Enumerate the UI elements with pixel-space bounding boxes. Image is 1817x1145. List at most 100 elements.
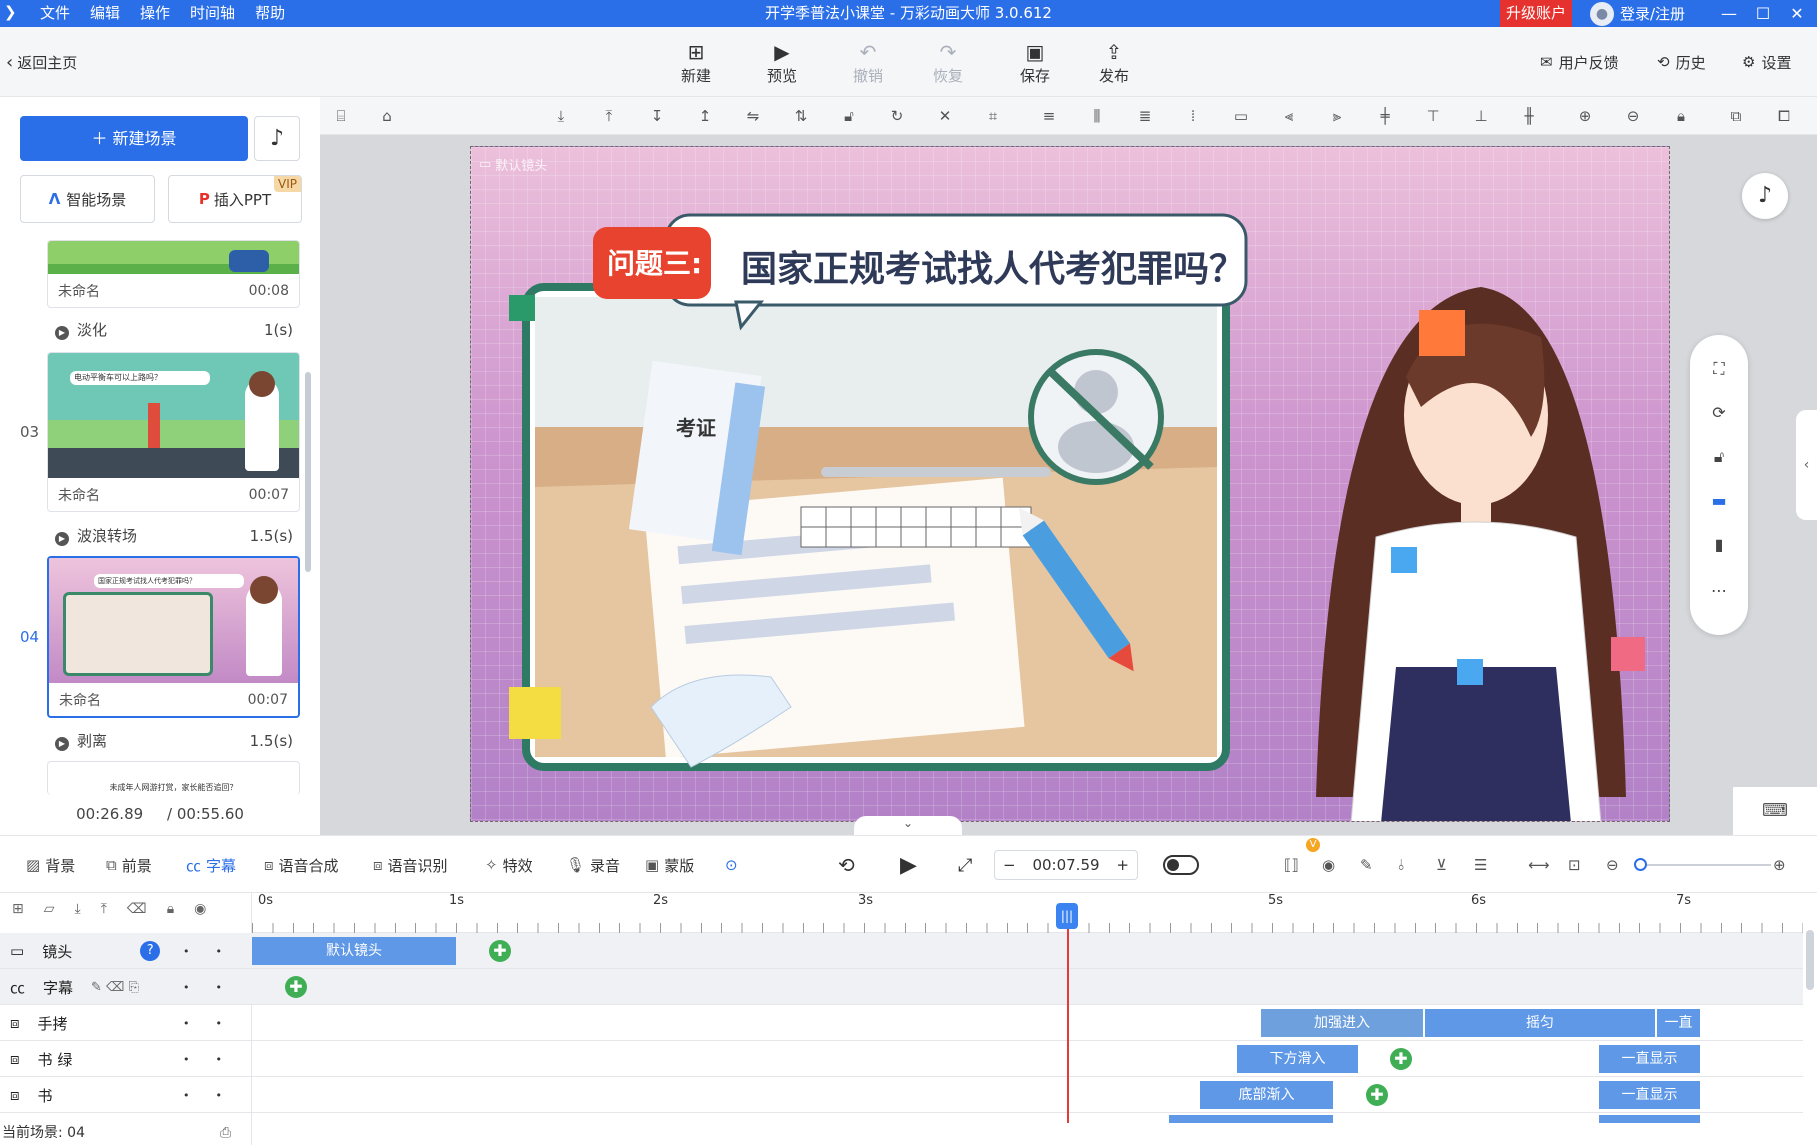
new-button[interactable]: ⊞ 新建 [664, 39, 728, 86]
timeline-scrollbar[interactable] [1806, 930, 1814, 990]
menu-timeline[interactable]: 时间轴 [180, 0, 245, 27]
minimize-button[interactable]: — [1712, 0, 1746, 27]
transition-item[interactable]: ▶ 淡化 1(s) [55, 319, 293, 340]
tool-record[interactable]: 🎙︎ 录音 [566, 836, 620, 894]
align-right-icon[interactable]: ⫸ [1326, 105, 1348, 127]
notes-icon[interactable]: ⎙ [220, 1122, 231, 1145]
undo-button[interactable]: ↶ 撤销 [836, 39, 900, 86]
track-row-book[interactable]: ⧈ 书 • • 底部渐入 ✚ 一直显示 [0, 1077, 1803, 1113]
scene-canvas[interactable]: ▭ 默认镜头 问题三: 国家正规考试找人代考犯罪吗？ 考证 [470, 146, 1670, 822]
minus-button[interactable]: − [1003, 856, 1016, 874]
track-row-handcuff[interactable]: ⧈ 手拷 • • 加强进入 摇匀 一直 [0, 1005, 1803, 1041]
landscape-screen-icon[interactable]: ▬ [1707, 489, 1731, 513]
settings-button[interactable]: ⚙ 设置 [1742, 27, 1791, 97]
timeline-clip[interactable]: 一直显示 [1599, 1081, 1700, 1109]
move-down-icon[interactable]: ↧ [646, 105, 668, 127]
align-bottom-icon[interactable]: ⊥ [1470, 105, 1492, 127]
save-button[interactable]: ▣ 保存 [1003, 39, 1067, 86]
playhead-handle[interactable]: ||| [1056, 903, 1078, 929]
zoom-slider-track[interactable] [1641, 864, 1771, 866]
fit-timeline-button[interactable]: ⟦⟧ [1284, 836, 1299, 894]
delete-icon[interactable]: ⌫ [127, 901, 147, 917]
timeline-clip[interactable]: 摇匀 [1425, 1009, 1655, 1037]
time-ruler[interactable]: 0s 1s 2s 3s 5s 6s 7s [252, 893, 1803, 933]
track-row-book-green[interactable]: ⧈ 书 绿 • • 下方滑入 ✚ 一直显示 [0, 1041, 1803, 1077]
insert-ppt-button[interactable]: P 插入PPT VIP [168, 175, 302, 223]
collapse-canvas-button[interactable]: ⌄ [854, 816, 962, 835]
paste-icon[interactable]: ⧠ [1773, 105, 1795, 127]
ratio-button[interactable]: ⊡ [1568, 836, 1581, 894]
move-top-icon[interactable]: ⤒ [598, 105, 620, 127]
crop-icon[interactable]: ⌗ [982, 105, 1004, 127]
more-tools-button[interactable]: ⊙ [725, 836, 738, 894]
zoom-in-icon[interactable]: ⊕ [1574, 105, 1596, 127]
distribute-h-icon[interactable]: ⦙ [1182, 105, 1204, 127]
stretch-button[interactable]: ⟷ [1528, 836, 1550, 894]
scene-card-04[interactable]: 国家正规考试找人代考犯罪吗？ 未命名 00:07 [47, 556, 300, 718]
align-hcenter-icon[interactable]: ╪ [1374, 105, 1396, 127]
publish-button[interactable]: ⇪ 发布 [1082, 39, 1146, 86]
close-button[interactable]: ✕ [1780, 0, 1814, 27]
align-vcenter-icon[interactable]: ╫ [1518, 105, 1540, 127]
scene-card-05[interactable]: 未成年人网游打赏，家长能否追回？ [47, 761, 300, 795]
align-left-icon[interactable]: ⫷ [1278, 105, 1300, 127]
help-icon[interactable]: ? [140, 941, 161, 961]
move-down-icon[interactable]: ⤓ [75, 901, 81, 917]
redo-button[interactable]: ↷ 恢复 [916, 39, 980, 86]
zoom-out-icon[interactable]: ⊖ [1622, 105, 1644, 127]
new-scene-button[interactable]: ＋ 新建场景 [20, 116, 248, 161]
add-folder-icon[interactable]: ⊞ [12, 901, 24, 917]
feedback-button[interactable]: ✉ 用户反馈 [1540, 27, 1619, 97]
zoom-slider-handle[interactable] [1634, 858, 1647, 871]
timeline-clip[interactable]: 下方滑入 [1237, 1045, 1358, 1073]
canvas-music-button[interactable]: ♪ [1742, 173, 1788, 219]
snapshot-button[interactable]: ◉ [1322, 836, 1335, 894]
edit-icon[interactable]: ✎ ⌫ ⎘ [91, 980, 139, 995]
login-button[interactable]: ● 登录/注册 [1590, 0, 1685, 27]
rotate-icon[interactable]: ↻ [886, 105, 908, 127]
zoom-in-timeline-button[interactable]: ⊕ [1773, 836, 1786, 894]
tool-effect[interactable]: ✧ 特效 [485, 836, 533, 894]
transition-item[interactable]: ▶ 波浪转场 1.5(s) [55, 525, 293, 546]
unlock-icon[interactable]: 🔓︎ [1707, 445, 1731, 469]
align-middle-icon[interactable]: ⫼ [1086, 105, 1108, 127]
right-panel-toggle[interactable]: ‹ [1796, 410, 1817, 520]
timeline-clip[interactable]: 一直显示 [1599, 1045, 1700, 1073]
timeline-clip[interactable]: 默认镜头 [252, 937, 456, 965]
move-up-icon[interactable]: ↥ [694, 105, 716, 127]
menu-edit[interactable]: 编辑 [80, 0, 130, 27]
track-row-subtitle[interactable]: ㏄字幕 ✎ ⌫ ⎘ • • ✚ [0, 969, 1803, 1005]
zoom-out-timeline-button[interactable]: ⊖ [1606, 836, 1619, 894]
lock-canvas-icon[interactable]: 🔒︎ [1670, 105, 1692, 127]
copy-icon[interactable]: ⧉ [1725, 105, 1747, 127]
preview-button[interactable]: ▶ 预览 [750, 39, 814, 86]
align-center-icon[interactable]: ≡ [1038, 105, 1060, 127]
flip-vertical-icon[interactable]: ⇅ [790, 105, 812, 127]
lock-icon[interactable]: 🔓︎ [838, 105, 860, 127]
maximize-button[interactable]: ☐ [1746, 0, 1780, 27]
eye-icon[interactable]: ◉ [194, 901, 206, 917]
more-icon[interactable]: ⋯ [1707, 579, 1731, 603]
scene-card-03[interactable]: 电动平衡车可以上路吗？ 未命名 00:07 [47, 352, 300, 512]
back-home-link[interactable]: ‹ 返回主页 [6, 27, 77, 97]
menu-help[interactable]: 帮助 [245, 0, 295, 27]
portrait-screen-icon[interactable]: ▮ [1707, 533, 1731, 557]
tool-asr[interactable]: ⧈ 语音识别 [373, 836, 448, 894]
move-up-icon[interactable]: ⤒ [101, 901, 107, 917]
folder-icon[interactable]: ▱ [44, 901, 55, 917]
edit-button[interactable]: ✎ [1360, 836, 1373, 894]
adjust-button[interactable]: ☰ [1474, 836, 1487, 894]
home-icon[interactable]: ⌂ [376, 105, 398, 127]
transition-item[interactable]: ▶ 剥离 1.5(s) [55, 730, 293, 751]
fullscreen-button[interactable]: ⤢ [958, 836, 972, 894]
rewind-button[interactable]: ⟲ [838, 836, 855, 894]
filter-button[interactable]: ⊻ [1436, 836, 1447, 894]
add-keyframe-icon[interactable]: ✚ [285, 976, 307, 998]
tool-subtitle[interactable]: ㏄字幕 [186, 836, 236, 894]
play-button[interactable]: ▶ [900, 836, 917, 894]
menu-file[interactable]: 文件 [30, 0, 80, 27]
distribute-v-icon[interactable]: ≣ [1134, 105, 1156, 127]
delete-icon[interactable]: ✕ [934, 105, 956, 127]
time-value[interactable]: 00:07.59 [1032, 856, 1099, 874]
tool-mask[interactable]: ▣ 蒙版 [645, 836, 694, 894]
